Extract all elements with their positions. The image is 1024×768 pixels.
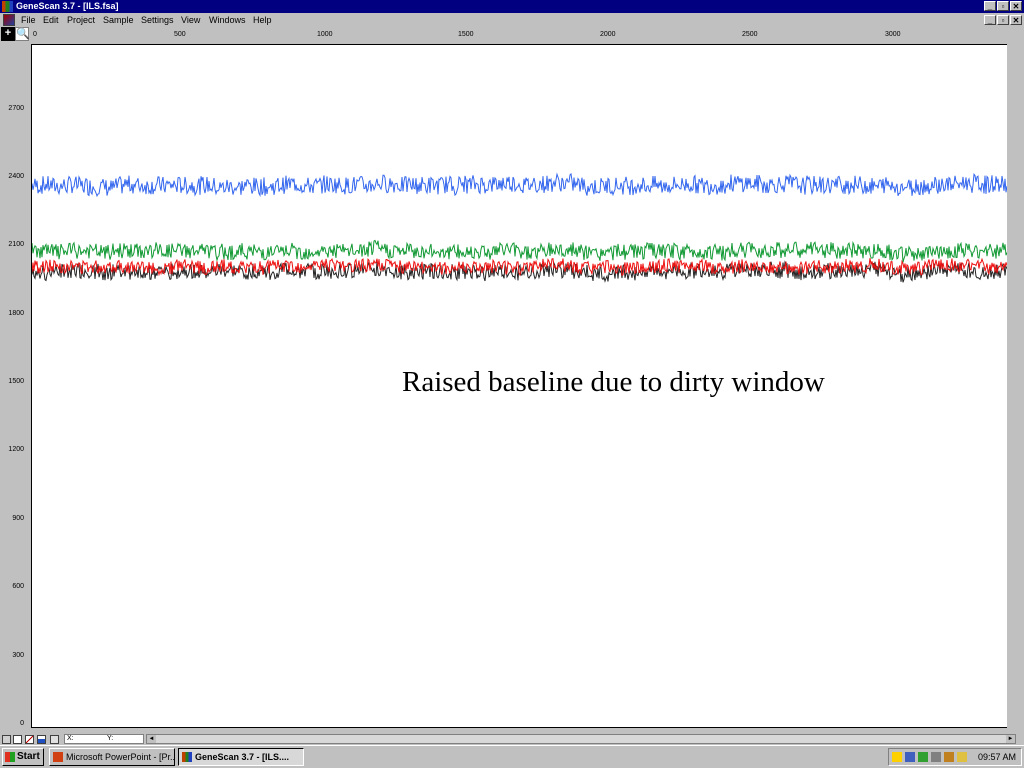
menu-settings[interactable]: Settings (141, 13, 174, 27)
menu-view[interactable]: View (181, 13, 200, 27)
menu-windows[interactable]: Windows (209, 13, 246, 27)
notification-icon[interactable] (957, 752, 967, 762)
start-button[interactable]: Start (2, 748, 44, 766)
info-icon[interactable] (13, 735, 22, 744)
trace-series-1 (32, 239, 1007, 263)
scheduler-icon[interactable] (931, 752, 941, 762)
line-tool-icon[interactable] (25, 735, 34, 744)
right-panel (1007, 44, 1024, 728)
title-bar: GeneScan 3.7 - [ILS.fsa] _ ▫ ✕ (0, 0, 1024, 13)
x-tick-label: 2000 (600, 31, 616, 38)
menu-sample[interactable]: Sample (103, 13, 134, 27)
horizontal-scrollbar[interactable]: ◄ ► (146, 734, 1016, 744)
coordinate-readout: X: Y: (64, 734, 144, 744)
doc-minimize-button[interactable]: _ (984, 15, 996, 25)
peak-tool-icon[interactable] (37, 735, 46, 744)
powerpoint-icon (53, 752, 63, 762)
task-label: Microsoft PowerPoint - [Pr... (66, 752, 175, 762)
crosshair-tool-icon[interactable]: + (1, 27, 15, 41)
menu-help[interactable]: Help (253, 13, 272, 27)
x-tick-label: 3000 (885, 31, 901, 38)
start-label: Start (17, 751, 40, 762)
y-tick-label: 0 (20, 720, 24, 727)
taskbar: Start Microsoft PowerPoint - [Pr... Gene… (0, 745, 1024, 768)
app-icon[interactable] (2, 1, 13, 12)
y-tick-label: 2700 (8, 105, 24, 112)
scroll-right-icon[interactable]: ► (1006, 735, 1015, 743)
restore-button[interactable]: ▫ (997, 1, 1009, 11)
baseline-annotation: Raised baseline due to dirty window (402, 366, 825, 398)
genescan-icon (182, 752, 192, 762)
x-tick-label: 2500 (742, 31, 758, 38)
x-coordinate-label: X: (67, 735, 74, 742)
doc-close-button[interactable]: ✕ (1010, 15, 1022, 25)
print-icon[interactable] (2, 735, 11, 744)
speaker-icon[interactable] (892, 752, 902, 762)
menu-file[interactable]: File (21, 13, 36, 27)
windows-logo-icon (5, 752, 15, 762)
y-tick-label: 900 (12, 515, 24, 522)
x-tick-label: 500 (174, 31, 186, 38)
task-genescan[interactable]: GeneScan 3.7 - [ILS.... (178, 748, 304, 766)
menu-project[interactable]: Project (67, 13, 95, 27)
clock: 09:57 AM (977, 752, 1016, 762)
y-tick-label: 300 (12, 652, 24, 659)
doc-restore-button[interactable]: ▫ (997, 15, 1009, 25)
menu-edit[interactable]: Edit (43, 13, 59, 27)
window-title: GeneScan 3.7 - [ILS.fsa] (16, 1, 119, 11)
y-tick-label: 2400 (8, 173, 24, 180)
system-tray: 09:57 AM (888, 748, 1022, 766)
y-tick-label: 1800 (8, 310, 24, 317)
network-icon[interactable] (905, 752, 915, 762)
antivirus-icon[interactable] (918, 752, 928, 762)
task-label: GeneScan 3.7 - [ILS.... (195, 752, 290, 762)
menu-bar: File Edit Project Sample Settings View W… (0, 13, 1024, 27)
x-tick-label: 0 (33, 31, 37, 38)
y-tick-label: 1500 (8, 378, 24, 385)
tray-app-icon[interactable] (944, 752, 954, 762)
x-tick-label: 1000 (317, 31, 333, 38)
y-tick-label: 1200 (8, 446, 24, 453)
close-button[interactable]: ✕ (1010, 1, 1022, 11)
y-tick-label: 600 (12, 583, 24, 590)
zoom-tool-icon[interactable]: 🔍 (15, 27, 30, 41)
status-bar: X: Y: ◄ ► (0, 733, 1024, 745)
task-powerpoint[interactable]: Microsoft PowerPoint - [Pr... (49, 748, 175, 766)
y-tick-label: 2100 (8, 241, 24, 248)
trace-series-0 (32, 172, 1007, 198)
minimize-button[interactable]: _ (984, 1, 996, 11)
y-coordinate-label: Y: (107, 735, 114, 742)
document-icon[interactable] (3, 14, 15, 26)
x-tick-label: 1500 (458, 31, 474, 38)
zoom-out-icon[interactable] (50, 735, 59, 744)
scroll-left-icon[interactable]: ◄ (147, 735, 156, 743)
